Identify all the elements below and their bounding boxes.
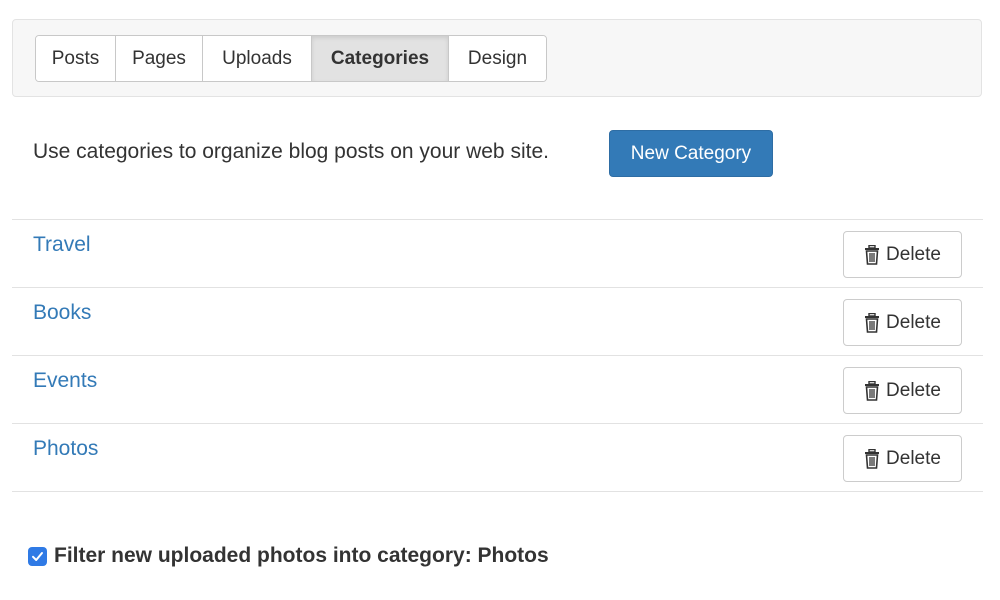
category-link-travel[interactable]: Travel — [33, 233, 91, 257]
tab-design[interactable]: Design — [449, 36, 546, 81]
delete-travel-button[interactable]: Delete — [843, 231, 962, 278]
delete-label: Delete — [886, 379, 941, 401]
trash-icon — [865, 312, 880, 333]
checkmark-icon — [32, 551, 43, 561]
category-row: Photos Delete — [12, 424, 983, 492]
tab-categories[interactable]: Categories — [312, 36, 449, 81]
filter-photos-checkbox[interactable] — [28, 546, 47, 566]
delete-events-button[interactable]: Delete — [843, 367, 962, 414]
category-list: Travel Delete Books Delete Events Delete… — [12, 219, 983, 492]
trash-icon — [865, 448, 880, 469]
delete-label: Delete — [886, 447, 941, 469]
tab-posts[interactable]: Posts — [36, 36, 116, 81]
tab-bar: Posts Pages Uploads Categories Design — [35, 35, 547, 82]
delete-books-button[interactable]: Delete — [843, 299, 962, 346]
category-row: Events Delete — [12, 356, 983, 424]
filter-photos-label[interactable]: Filter new uploaded photos into category… — [54, 544, 549, 568]
nav-toolbar: Posts Pages Uploads Categories Design — [12, 19, 982, 97]
category-row: Books Delete — [12, 288, 983, 356]
delete-label: Delete — [886, 243, 941, 265]
category-link-photos[interactable]: Photos — [33, 437, 98, 461]
category-row: Travel Delete — [12, 220, 983, 288]
new-category-button[interactable]: New Category — [609, 130, 773, 177]
tab-pages[interactable]: Pages — [116, 36, 203, 81]
category-link-books[interactable]: Books — [33, 301, 91, 325]
delete-photos-button[interactable]: Delete — [843, 435, 962, 482]
intro-text: Use categories to organize blog posts on… — [33, 140, 549, 163]
delete-label: Delete — [886, 311, 941, 333]
tab-uploads[interactable]: Uploads — [203, 36, 312, 81]
filter-photos-option: Filter new uploaded photos into category… — [28, 544, 549, 568]
trash-icon — [865, 244, 880, 265]
category-link-events[interactable]: Events — [33, 369, 97, 393]
trash-icon — [865, 380, 880, 401]
